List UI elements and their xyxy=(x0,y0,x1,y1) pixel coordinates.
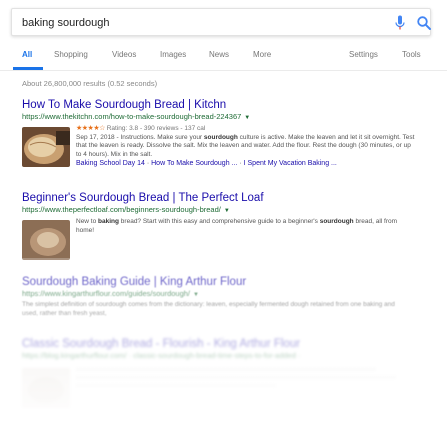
snippet-line xyxy=(76,376,396,379)
sitelink[interactable]: I Spent My Vacation Baking ... xyxy=(244,160,337,167)
result-snippet xyxy=(76,364,416,387)
result-title-link[interactable]: Beginner's Sourdough Bread | The Perfect… xyxy=(22,192,422,204)
result-url: https://www.kingarthurflour.com/guides/s… xyxy=(22,289,422,298)
result-url: https://blog.kingarthurflour.com/ · clas… xyxy=(22,351,301,360)
bread-thumbnail[interactable] xyxy=(22,127,70,167)
caret-down-icon[interactable]: ▼ xyxy=(244,115,250,121)
result-snippet: New to baking bread? Start with this eas… xyxy=(76,218,416,235)
sitelink[interactable]: Baking School Day 14 xyxy=(76,160,145,167)
sitelinks: Baking School Day 14 · How To Make Sourd… xyxy=(76,160,416,169)
snippet-bold: baking xyxy=(98,218,119,225)
tab-tools[interactable]: Tools xyxy=(402,50,421,59)
search-icon[interactable] xyxy=(416,15,432,31)
result-title-link[interactable]: Classic Sourdough Bread - Flourish - Kin… xyxy=(22,338,422,350)
result-snippet: ★★★★☆ Rating: 3.8 - 390 reviews - 137 ca… xyxy=(76,125,416,169)
rating-text: Rating: 3.8 - 390 reviews - 137 cal xyxy=(106,125,206,132)
search-tabs: All Shopping Videos Images News More Set… xyxy=(0,44,447,71)
snippet-bold: sourdough xyxy=(319,218,354,225)
active-tab-indicator xyxy=(13,67,43,70)
result-title-link[interactable]: How To Make Sourdough Bread | Kitchn xyxy=(22,99,422,111)
result-body: New to baking bread? Start with this eas… xyxy=(22,218,422,262)
search-result: Sourdough Baking Guide | King Arthur Flo… xyxy=(22,276,422,318)
tab-images[interactable]: Images xyxy=(160,50,186,59)
result-url: https://www.theperfectloaf.com/beginners… xyxy=(22,205,422,214)
tab-shopping[interactable]: Shopping xyxy=(54,50,88,59)
search-result: Beginner's Sourdough Bread | The Perfect… xyxy=(22,192,422,262)
caret-down-icon[interactable]: ▼ xyxy=(193,292,199,298)
snippet-bold: sourdough xyxy=(203,133,238,141)
result-body xyxy=(22,364,422,408)
search-result: How To Make Sourdough Bread | Kitchn htt… xyxy=(22,99,422,175)
snippet-line xyxy=(76,384,276,387)
snippet-text: Sep 17, 2018 - Instructions. Make sure y… xyxy=(76,134,416,160)
snippet-part: New to xyxy=(76,218,99,225)
search-bar xyxy=(11,8,431,36)
bread-thumbnail[interactable] xyxy=(22,220,70,260)
result-url-text: https://www.theperfectloaf.com/beginners… xyxy=(22,205,221,214)
result-url: https://www.thekitchn.com/how-to-make-so… xyxy=(22,112,422,121)
tab-settings[interactable]: Settings xyxy=(349,50,378,59)
rating-line: ★★★★☆ Rating: 3.8 - 390 reviews - 137 ca… xyxy=(76,125,416,134)
search-input[interactable] xyxy=(22,14,362,32)
caret-down-icon[interactable]: ▼ xyxy=(224,208,230,214)
tab-more[interactable]: More xyxy=(253,50,271,59)
bread-thumbnail[interactable] xyxy=(22,368,70,408)
result-url-text: https://www.kingarthurflour.com/guides/s… xyxy=(22,289,191,298)
sitelink[interactable]: How To Make Sourdough ... xyxy=(151,160,237,167)
tab-news[interactable]: News xyxy=(209,50,229,59)
rating-stars: ★★★★☆ xyxy=(76,125,105,132)
search-result: Classic Sourdough Bread - Flourish - Kin… xyxy=(22,338,422,408)
snippet-line xyxy=(76,368,376,371)
result-url-text: https://www.thekitchn.com/how-to-make-so… xyxy=(22,112,242,121)
tab-all[interactable]: All xyxy=(22,50,32,59)
result-snippet: The simplest definition of sourdough com… xyxy=(22,301,395,317)
microphone-icon[interactable] xyxy=(395,15,405,31)
snippet-part: Sep 17, 2018 - Instructions. Make sure y… xyxy=(76,133,204,141)
tab-videos[interactable]: Videos xyxy=(112,50,136,59)
snippet-part: bread? Start with this easy and comprehe… xyxy=(119,218,320,225)
result-body: ★★★★☆ Rating: 3.8 - 390 reviews - 137 ca… xyxy=(22,125,422,175)
result-stats: About 26,800,000 results (0.52 seconds) xyxy=(22,79,158,88)
result-title-link[interactable]: Sourdough Baking Guide | King Arthur Flo… xyxy=(22,276,422,288)
